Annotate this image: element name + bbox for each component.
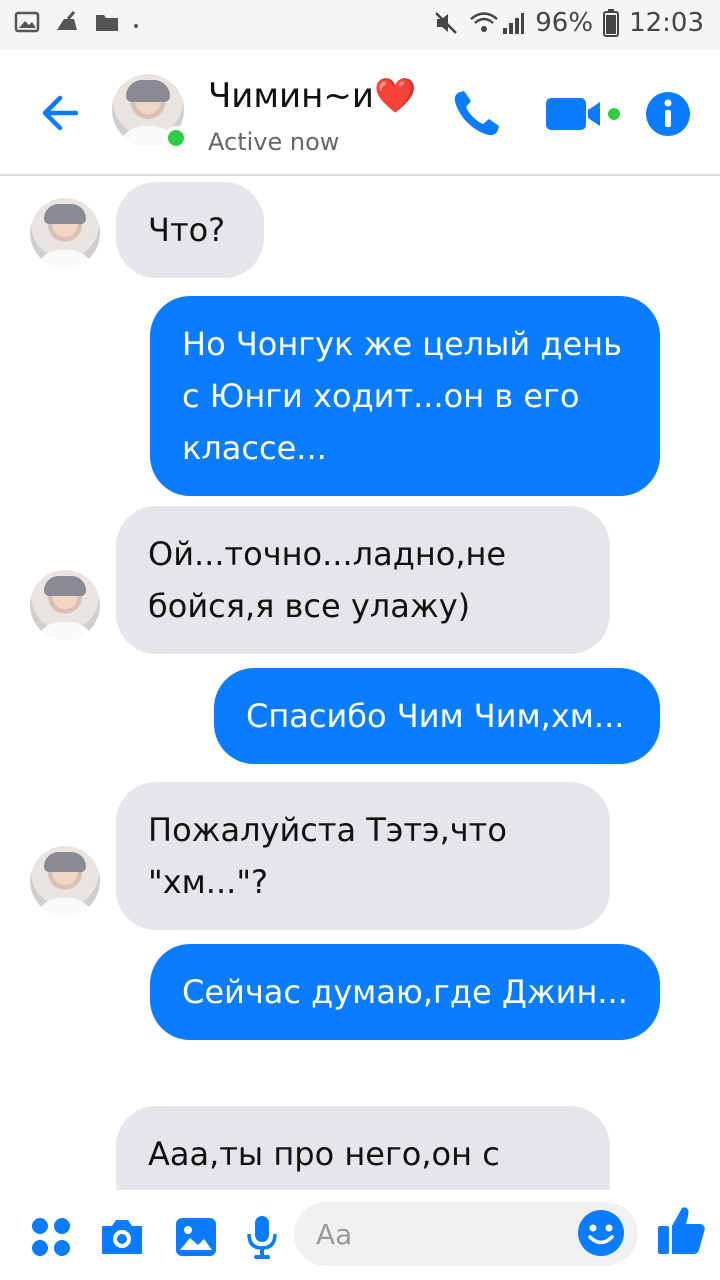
outgoing-message[interactable]: Спасибо Чим Чим,хм... bbox=[214, 668, 660, 764]
sender-avatar[interactable] bbox=[30, 570, 100, 640]
microphone-icon[interactable] bbox=[246, 1212, 278, 1260]
gallery-icon[interactable] bbox=[174, 1212, 218, 1260]
incoming-message[interactable]: Ой...точно...ладно,не бойся,я все улажу) bbox=[116, 506, 610, 654]
battery-icon bbox=[603, 9, 620, 37]
cleaner-notification-icon bbox=[57, 11, 77, 30]
system-indicators: 96% 12:03 bbox=[433, 8, 704, 38]
sender-avatar[interactable] bbox=[30, 846, 100, 916]
online-indicator bbox=[164, 126, 188, 150]
video-camera-icon[interactable] bbox=[544, 86, 624, 142]
contact-avatar[interactable] bbox=[112, 74, 188, 150]
mute-icon bbox=[435, 12, 458, 34]
back-arrow-icon[interactable] bbox=[36, 88, 86, 138]
camera-icon[interactable] bbox=[98, 1212, 146, 1260]
sender-avatar[interactable] bbox=[30, 198, 100, 268]
message-list[interactable]: Что? Но Чонгук же целый день с Юнги ходи… bbox=[0, 178, 720, 1190]
image-notification-icon bbox=[14, 11, 40, 33]
phone-icon[interactable] bbox=[448, 86, 504, 142]
notification-icons bbox=[14, 10, 138, 34]
apps-icon[interactable] bbox=[30, 1212, 72, 1260]
contact-status: Active now bbox=[208, 128, 340, 156]
thumbs-up-icon[interactable] bbox=[656, 1202, 706, 1258]
message-composer bbox=[0, 1190, 720, 1280]
incoming-message[interactable]: Ааа,ты про него,он с bbox=[116, 1106, 610, 1190]
incoming-message[interactable]: Пожалуйста Тэтэ,что "хм..."? bbox=[116, 782, 610, 930]
clock: 12:03 bbox=[629, 8, 704, 38]
contact-name[interactable]: Чимин~и❤️ bbox=[208, 76, 416, 116]
battery-percent: 96% bbox=[535, 8, 594, 38]
status-bar: 96% 12:03 bbox=[0, 0, 720, 50]
folder-notification-icon bbox=[96, 15, 118, 31]
emoji-icon[interactable] bbox=[576, 1208, 626, 1258]
info-icon[interactable] bbox=[644, 86, 692, 142]
wifi-signal-icon bbox=[470, 12, 525, 34]
outgoing-message[interactable]: Сейчас думаю,где Джин... bbox=[150, 944, 660, 1040]
notification-dot bbox=[134, 24, 138, 28]
outgoing-message[interactable]: Но Чонгук же целый день с Юнги ходит...о… bbox=[150, 296, 660, 496]
conversation-header: Чимин~и❤️ Active now bbox=[0, 50, 720, 176]
incoming-message[interactable]: Что? bbox=[116, 182, 264, 278]
